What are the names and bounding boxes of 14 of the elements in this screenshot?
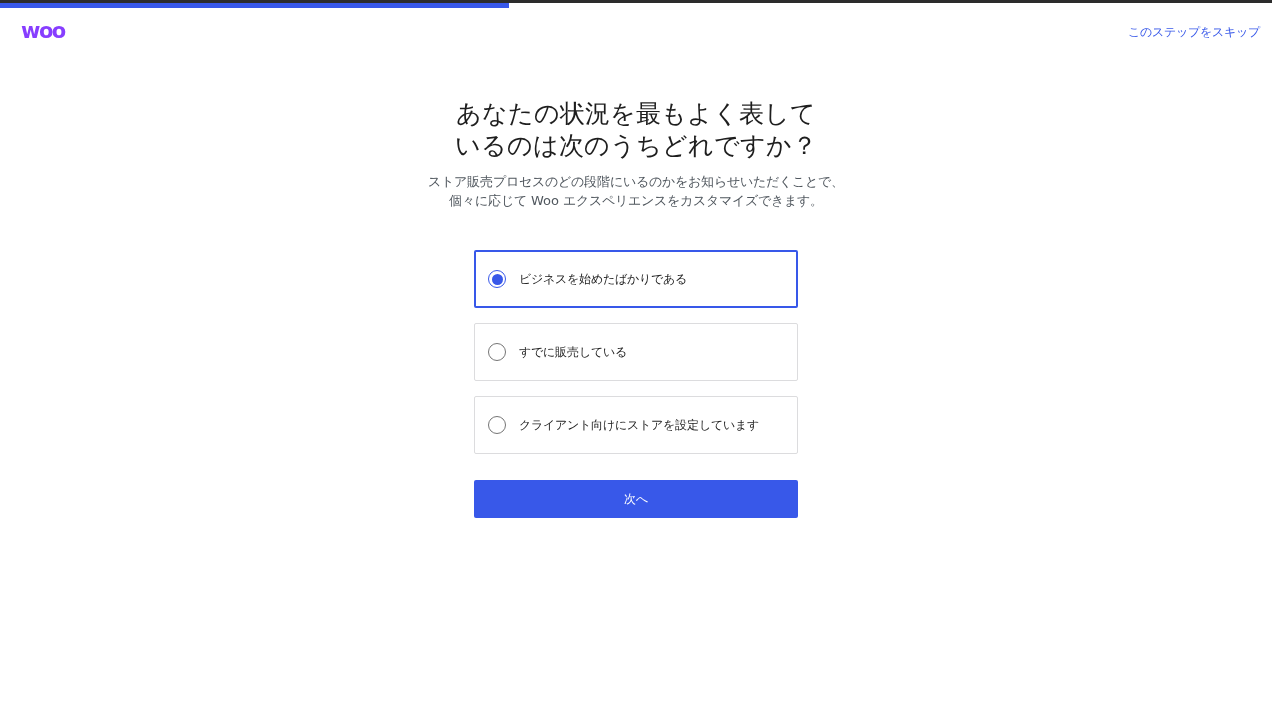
radio-button[interactable] [488, 270, 506, 288]
next-button[interactable]: 次へ [474, 480, 798, 518]
woo-logo: woo [21, 20, 65, 42]
option-card[interactable]: すでに販売している [474, 323, 798, 381]
option-label: すでに販売している [519, 344, 627, 360]
skip-link[interactable]: このステップをスキップ [1128, 24, 1260, 40]
option-card[interactable]: ビジネスを始めたばかりである [474, 250, 798, 308]
option-label: クライアント向けにストアを設定しています [519, 417, 759, 433]
option-card[interactable]: クライアント向けにストアを設定しています [474, 396, 798, 454]
question-description: ストア販売プロセスのどの段階にいるのかをお知らせいただくことで、個々に応じて Woo エクスペリエンスをカスタマイズできます。 [427, 173, 845, 210]
radio-button[interactable] [488, 416, 506, 434]
option-label: ビジネスを始めたばかりである [519, 271, 687, 287]
radio-button[interactable] [488, 343, 506, 361]
question-title: あなたの状況を最もよく表しているのは次のうちどれですか？ [454, 98, 818, 162]
